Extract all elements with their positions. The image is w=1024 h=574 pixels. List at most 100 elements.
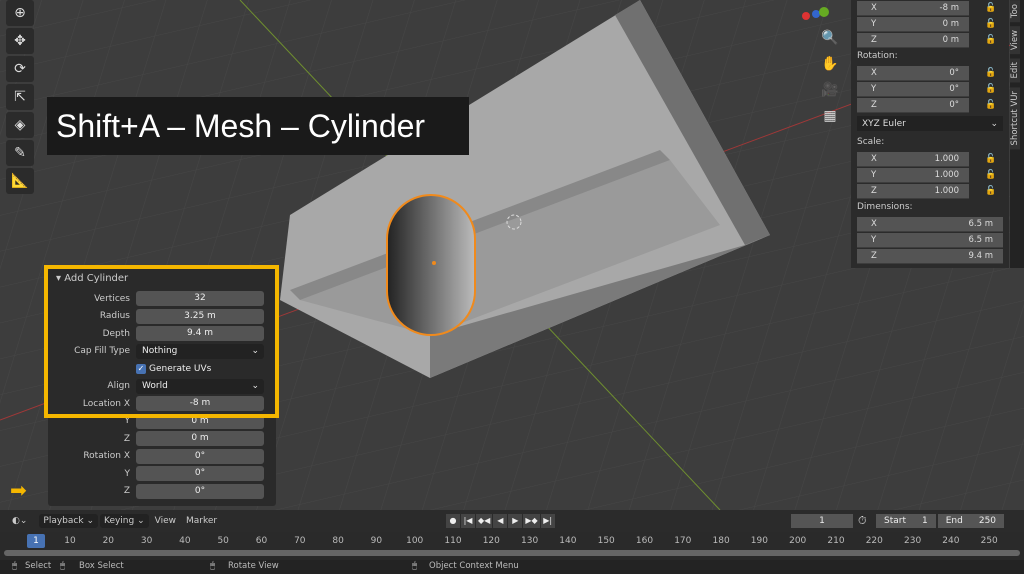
lock-icon[interactable]: 🔓 [985,100,996,110]
navigation-icons: 🔍 ✋ 🎥 ▦ [820,30,840,134]
depth-field[interactable]: 9.4 m [136,326,264,342]
cap-fill-select[interactable]: Nothing ⌄ [136,343,264,359]
stopwatch-icon[interactable]: ⏱ [858,514,867,528]
measure-icon[interactable]: 📐 [6,168,34,194]
status-select: Select [25,561,52,571]
caption-overlay: Shift+A – Mesh – Cylinder [47,97,469,155]
end-frame-field[interactable]: End 250 [937,514,1005,528]
camera-icon[interactable]: 🎥 [820,82,840,106]
mouse-right-icon: 🖱 [412,561,418,571]
scale-z-field[interactable]: Z 1.000 [857,183,969,199]
location-x-field[interactable]: -8 m [136,396,264,412]
dimension-z-field[interactable]: Z 9.4 m [857,248,1003,264]
checkmark-icon: ✓ [136,363,146,374]
rotation-y-field[interactable]: Y 0° [857,81,969,97]
n-panel: X -8 m 🔓 Y0 m 🔓 Z0 m 🔓 Rotation: X 0° 🔓 Y 0° 🔓 Z… [851,0,1009,268]
rotation-y-label: Y [124,468,131,479]
rotation-x-field[interactable]: X 0° [857,65,969,81]
current-frame-field[interactable]: 1 [791,514,853,528]
jump-start-icon[interactable]: |◀ [461,514,475,528]
timeline-scrollbar[interactable] [4,550,1020,556]
rotation-x-field[interactable]: 0° [136,448,264,464]
marker-menu[interactable]: Marker [182,514,221,528]
status-context-menu: Object Context Menu [429,561,519,571]
location-y-field[interactable]: Y0 m [857,16,969,32]
location-z-field[interactable]: Z0 m [857,32,969,48]
tab-view[interactable]: View [1010,26,1020,55]
lock-icon[interactable]: 🔓 [985,170,996,180]
vertices-field[interactable]: 32 [136,291,264,307]
chevron-down-icon: ⌄ [990,118,998,129]
generate-uvs-checkbox[interactable]: ✓ Generate UVs [136,363,211,374]
tab-edit[interactable]: Edit [1010,58,1020,83]
lock-icon[interactable]: 🔓 [985,35,996,45]
jump-end-icon[interactable]: ▶| [540,514,555,528]
grid-icon[interactable]: ▦ [820,108,840,132]
mouse-middle-icon: 🖱 [210,561,216,571]
tab-shortcut-vur[interactable]: Shortcut VUr [1010,86,1020,150]
scale-x-field[interactable]: X 1.000 [857,151,969,167]
record-icon[interactable]: ● [446,514,460,528]
rotation-z-field[interactable]: Z 0° [857,97,969,113]
next-keyframe-icon[interactable]: ▶◆ [523,514,540,528]
radius-field[interactable]: 3.25 m [136,308,264,324]
status-box-select: Box Select [79,561,124,571]
lock-icon[interactable]: 🔓 [985,3,996,13]
cylinder-selected [386,194,476,336]
lock-icon[interactable]: 🔓 [985,68,996,78]
location-x-field[interactable]: X -8 m [857,0,969,16]
scale-y-field[interactable]: Y 1.000 [857,167,969,183]
mouse-drag-icon: 🖱 [60,561,66,571]
frame-tick: 160 [635,536,654,546]
location-z-field[interactable]: 0 m [136,431,264,447]
transform-icon[interactable]: ◈ [6,112,34,138]
dimension-x-field[interactable]: X 6.5 m [857,216,1003,232]
lock-icon[interactable]: 🔓 [985,84,996,94]
annotate-icon[interactable]: ✎ [6,140,34,166]
cursor-icon[interactable]: ⊕ [6,0,34,26]
rotation-label: Rotation: [857,51,898,61]
location-x-label: Location X [82,398,130,409]
view-menu[interactable]: View [151,514,180,528]
timeline-ruler[interactable]: 1 10 20 30 40 50 60 70 80 90 100 110 120 130 140 150 16… [0,532,1024,560]
rotation-y-field[interactable]: 0° [136,466,264,482]
scale-icon[interactable]: ⇱ [6,84,34,110]
frame-tick: 20 [102,536,115,546]
location-y-field[interactable]: 0 m [136,413,264,429]
align-select[interactable]: World ⌄ [136,378,264,394]
gizmo-x [802,12,810,20]
editor-type-icon[interactable]: ◐⌄ [8,514,31,528]
lock-icon[interactable]: 🔓 [985,154,996,164]
frame-tick: 220 [865,536,883,546]
frame-tick: 190 [750,536,768,546]
dimensions-label: Dimensions: [857,202,913,212]
chevron-down-icon: ⌄ [251,345,259,356]
3d-viewport[interactable]: ⊕ ✥ ⟳ ⇱ ◈ ✎ 📐 🔍 ✋ 🎥 ▦ Shift+A – Mesh – C… [0,0,1024,510]
frame-tick: 230 [904,536,922,546]
playhead[interactable]: 1 [27,534,45,548]
tab-tool[interactable]: Too [1010,0,1020,23]
move-icon[interactable]: ✥ [6,28,34,54]
status-bar: 🖱 Select 🖱 Box Select 🖱 Rotate View 🖱 Object… [0,560,1024,574]
lock-icon[interactable]: 🔓 [985,19,996,29]
play-reverse-icon[interactable]: ◀ [493,514,508,528]
frame-tick: 10 [64,536,76,546]
play-icon[interactable]: ▶ [508,514,523,528]
frame-tick: 200 [789,536,807,546]
rotation-mode-select[interactable]: XYZ Euler ⌄ [857,116,1003,131]
hand-pan-icon[interactable]: ✋ [820,56,840,80]
lock-icon[interactable]: 🔓 [985,186,996,196]
playback-controls: ● |◀ ◆◀ ◀ ▶ ▶◆ ▶| [446,514,555,528]
prev-keyframe-icon[interactable]: ◆◀ [476,514,493,528]
frame-tick: 120 [482,536,500,546]
panel-header[interactable]: ▾ Add Cylinder [48,268,276,290]
zoom-icon[interactable]: 🔍 [820,30,840,54]
frame-tick: 110 [444,536,462,546]
dimension-y-field[interactable]: Y 6.5 m [857,232,1003,248]
rotate-icon[interactable]: ⟳ [6,56,34,82]
keying-menu[interactable]: Keying ⌄ [99,514,149,528]
n-panel-tabs: Too View Edit Shortcut VUr [1010,0,1024,268]
start-frame-field[interactable]: Start 1 [876,514,936,528]
playback-menu[interactable]: Playback ⌄ [39,514,98,528]
rotation-z-field[interactable]: 0° [136,483,264,499]
